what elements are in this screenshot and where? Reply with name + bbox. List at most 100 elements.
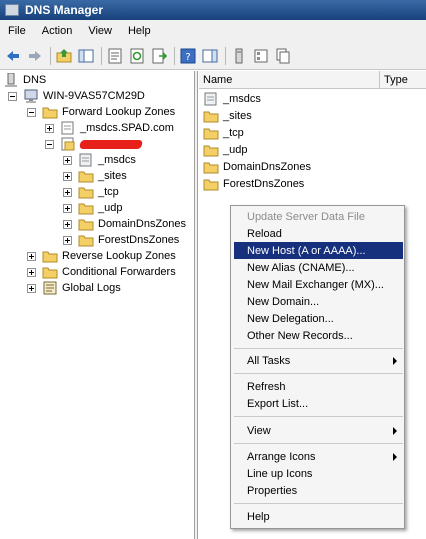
- collapse-toggle[interactable]: [45, 139, 54, 149]
- expand-toggle[interactable]: [63, 219, 72, 229]
- expand-toggle[interactable]: [27, 267, 36, 277]
- tree-node-conditional-forwarders[interactable]: Conditional Forwarders: [27, 264, 176, 280]
- tree-node-forward-lookup-zones[interactable]: Forward Lookup Zones: [27, 104, 175, 120]
- help-icon[interactable]: ?: [179, 47, 197, 65]
- menu-view[interactable]: View: [80, 25, 120, 37]
- menu-item-new-mail-exchanger[interactable]: New Mail Exchanger (MX)...: [234, 276, 403, 293]
- menu-item-label: View: [247, 424, 271, 437]
- toolbar-separator: [225, 46, 226, 65]
- tree-label: DomainDnsZones: [98, 218, 187, 230]
- back-arrow-icon[interactable]: [4, 47, 22, 65]
- action-pane-icon[interactable]: [201, 47, 219, 65]
- menu-help[interactable]: Help: [120, 25, 159, 37]
- menu-separator: [234, 503, 403, 504]
- menu-item-help[interactable]: Help: [234, 508, 403, 525]
- tree-node-forestdnszones[interactable]: ForestDnsZones: [63, 232, 179, 248]
- tree-node-sites[interactable]: _sites: [63, 168, 127, 184]
- zone-icon: [60, 121, 76, 135]
- list-icon[interactable]: [252, 47, 270, 65]
- dns-manager-app-icon: [5, 4, 19, 16]
- collapse-toggle[interactable]: [27, 107, 36, 117]
- submenu-arrow-icon: [393, 357, 397, 365]
- menu-item-all-tasks[interactable]: All Tasks: [234, 352, 403, 369]
- forward-arrow-icon[interactable]: [26, 47, 44, 65]
- menu-item-line-up-icons[interactable]: Line up Icons: [234, 465, 403, 482]
- tree-node-global-logs[interactable]: Global Logs: [27, 280, 121, 296]
- column-header-name[interactable]: Name: [199, 71, 380, 89]
- tree-node-reverse-lookup-zones[interactable]: Reverse Lookup Zones: [27, 248, 176, 264]
- tree-label: _msdcs: [98, 154, 136, 166]
- tree-node-msdcs[interactable]: _msdcs: [63, 152, 136, 168]
- tree-node-dns[interactable]: DNS: [3, 72, 46, 88]
- menu-separator: [234, 416, 403, 417]
- list-item[interactable]: DomainDnsZones: [203, 159, 311, 175]
- submenu-arrow-icon: [393, 453, 397, 461]
- tree-node-udp[interactable]: _udp: [63, 200, 122, 216]
- context-menu: Update Server Data File Reload New Host …: [230, 205, 405, 529]
- tree-label: Reverse Lookup Zones: [62, 250, 176, 262]
- expand-toggle[interactable]: [63, 155, 72, 165]
- expand-toggle[interactable]: [27, 283, 36, 293]
- menu-item-update-server-data-file: Update Server Data File: [247, 210, 365, 223]
- menu-item-new-host[interactable]: New Host (A or AAAA)...: [234, 242, 403, 259]
- show-hide-tree-icon[interactable]: [77, 47, 95, 65]
- folder-icon: [78, 201, 94, 215]
- copy-icon[interactable]: [274, 47, 292, 65]
- list-item[interactable]: _sites: [203, 108, 252, 124]
- menu-item-view[interactable]: View: [234, 422, 403, 439]
- menu-file[interactable]: File: [0, 25, 34, 37]
- folder-icon: [203, 126, 219, 140]
- tree-label: _udp: [98, 202, 123, 214]
- list-item[interactable]: ForestDnsZones: [203, 176, 304, 192]
- properties-icon[interactable]: [106, 47, 124, 65]
- tree-label: _tcp: [98, 186, 119, 198]
- tree-node-server[interactable]: WIN-9VAS57CM29D: [8, 88, 145, 104]
- folder-icon: [203, 160, 219, 174]
- menu-item-new-domain[interactable]: New Domain...: [234, 293, 403, 310]
- menu-item-arrange-icons[interactable]: Arrange Icons: [234, 448, 403, 465]
- menu-item-export-list[interactable]: Export List...: [234, 395, 403, 412]
- tree-node-domaindnszones[interactable]: DomainDnsZones: [63, 216, 186, 232]
- menu-action[interactable]: Action: [34, 25, 81, 37]
- event-log-icon: [42, 281, 58, 295]
- menu-item-refresh[interactable]: Refresh: [234, 378, 403, 395]
- menu-item-properties[interactable]: Properties: [234, 482, 403, 499]
- menu-item-reload[interactable]: Reload: [234, 225, 403, 242]
- expand-toggle[interactable]: [63, 187, 72, 197]
- folder-icon: [42, 105, 58, 119]
- tree-node-msdcs-spad-com[interactable]: _msdcs.SPAD.com: [45, 120, 174, 136]
- column-header-label: Type: [384, 73, 408, 86]
- tree-node-redacted-zone[interactable]: [45, 136, 143, 152]
- menu-separator: [234, 348, 403, 349]
- toolbar-separator: [50, 46, 51, 65]
- expand-toggle[interactable]: [27, 251, 36, 261]
- column-header-type[interactable]: Type: [380, 71, 426, 89]
- zone-delegation-icon: [203, 92, 219, 106]
- expand-toggle[interactable]: [63, 203, 72, 213]
- list-item[interactable]: _msdcs: [203, 91, 261, 107]
- menu-separator: [234, 373, 403, 374]
- expand-toggle[interactable]: [63, 171, 72, 181]
- menu-item-other-new-records[interactable]: Other New Records...: [234, 327, 403, 344]
- expand-toggle[interactable]: [45, 123, 54, 133]
- menu-item-new-alias[interactable]: New Alias (CNAME)...: [234, 259, 403, 276]
- list-item[interactable]: _udp: [203, 142, 247, 158]
- tree-node-tcp[interactable]: _tcp: [63, 184, 119, 200]
- server-icon[interactable]: [230, 47, 248, 65]
- up-folder-icon[interactable]: [55, 47, 73, 65]
- toolbar-separator: [174, 46, 175, 65]
- export-list-icon[interactable]: [150, 47, 168, 65]
- list-item-label: _sites: [223, 110, 252, 122]
- pane-splitter[interactable]: [195, 71, 198, 539]
- list-item-label: ForestDnsZones: [223, 178, 305, 190]
- menu-item-new-delegation[interactable]: New Delegation...: [234, 310, 403, 327]
- expand-toggle[interactable]: [63, 235, 72, 245]
- menu-item-label: All Tasks: [247, 354, 291, 367]
- collapse-toggle[interactable]: [8, 91, 17, 101]
- refresh-icon[interactable]: [128, 47, 146, 65]
- tree-label: _msdcs.SPAD.com: [80, 122, 174, 134]
- console-tree[interactable]: DNS WIN-9VAS57CM29D Forward Lookup Zones…: [0, 71, 195, 539]
- column-header-label: Name: [203, 73, 233, 86]
- list-item[interactable]: _tcp: [203, 125, 244, 141]
- zone-delegation-icon: [78, 153, 94, 167]
